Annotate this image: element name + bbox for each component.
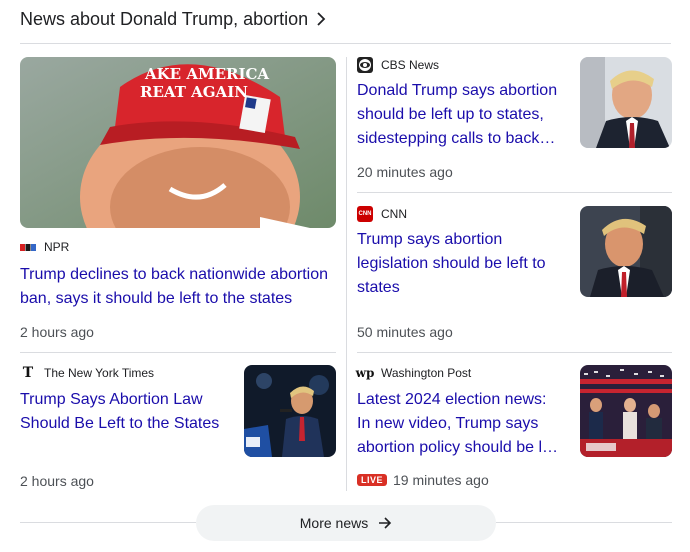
row-divider [357,352,672,353]
more-news-label: More news [299,515,369,531]
source-name: NPR [44,240,70,254]
headline-line: abortion policy should be l… [357,439,559,456]
chevron-right-icon [317,12,326,26]
arrow-right-icon [379,517,392,529]
article-source: T The New York Times [20,365,154,381]
cnn-logo-icon: CNN [357,206,373,222]
cbs-eye-icon [357,57,373,73]
npr-logo-icon [20,243,36,251]
article-thumbnail[interactable] [580,206,672,297]
article-thumbnail[interactable] [580,365,672,457]
article-time: 2 hours ago [20,473,94,489]
source-name: CBS News [381,58,440,72]
headline-line: legislation should be left to [357,255,546,272]
live-badge: LIVE [357,474,388,486]
more-news-button[interactable]: More news [196,505,496,541]
article-headline[interactable]: Trump declines to back nationwide aborti… [20,263,336,311]
row-divider [20,352,336,353]
news-card-nyt[interactable]: T The New York Times Trump Says Abortion… [20,365,336,491]
headline-line: Should Be Left to the States [20,415,220,432]
headline-line: states [357,279,400,296]
article-time: 2 hours ago [20,324,94,340]
time-text: 19 minutes ago [393,472,489,488]
more-divider-right [496,522,672,523]
section-title: News about Donald Trump, abortion [20,8,309,29]
header-divider [20,43,671,44]
news-card-cnn[interactable]: CNN CNN Trump says abortion legislation … [357,206,672,344]
news-card-wapo[interactable]: wp Washington Post Latest 2024 election … [355,365,672,491]
article-headline[interactable]: Donald Trump says abortion should be lef… [357,79,567,151]
headline-line: In new video, Trump says [357,415,539,432]
article-thumbnail[interactable] [244,365,336,457]
source-name: The New York Times [44,366,155,380]
article-thumbnail[interactable] [580,57,672,148]
topic-header-link[interactable]: News about Donald Trump, abortion [20,6,326,32]
hat-text-line1: AKE AMERICA [144,65,269,83]
article-headline[interactable]: Trump says abortion legislation should b… [357,228,567,300]
headline-line: Trump Says Abortion Law [20,391,203,408]
row-divider [357,192,672,193]
article-source: CBS News [357,57,439,73]
headline-line: should be left up to states, [357,106,544,123]
news-card-cbs[interactable]: CBS News Donald Trump says abortion shou… [357,57,672,187]
article-source: wp Washington Post [355,365,472,381]
headline-line: Latest 2024 election news: [357,391,547,408]
article-source: CNN CNN [357,206,407,222]
article-time: 20 minutes ago [357,164,453,180]
source-name: CNN [381,207,407,221]
headline-line: Donald Trump says abortion [357,82,558,99]
article-time: 50 minutes ago [357,324,453,340]
nyt-logo-icon: T [22,365,34,381]
article-headline[interactable]: Trump Says Abortion Law Should Be Left t… [20,388,235,436]
article-time: LIVE 19 minutes ago [357,472,489,488]
headline-line: Trump says abortion [357,231,503,248]
news-card-npr[interactable]: AKE AMERICA REAT AGAIN NPR Trump decline… [20,57,336,347]
wapo-logo-icon: wp [355,366,375,380]
article-headline[interactable]: Latest 2024 election news: In new video,… [357,388,567,460]
hat-text-line2: REAT AGAIN [140,83,248,101]
headline-line: sidestepping calls to back… [357,130,556,147]
article-source: NPR [20,240,69,254]
article-thumbnail[interactable]: AKE AMERICA REAT AGAIN [20,57,336,228]
source-name: Washington Post [381,366,472,380]
column-divider [346,57,347,491]
more-divider-left [20,522,196,523]
